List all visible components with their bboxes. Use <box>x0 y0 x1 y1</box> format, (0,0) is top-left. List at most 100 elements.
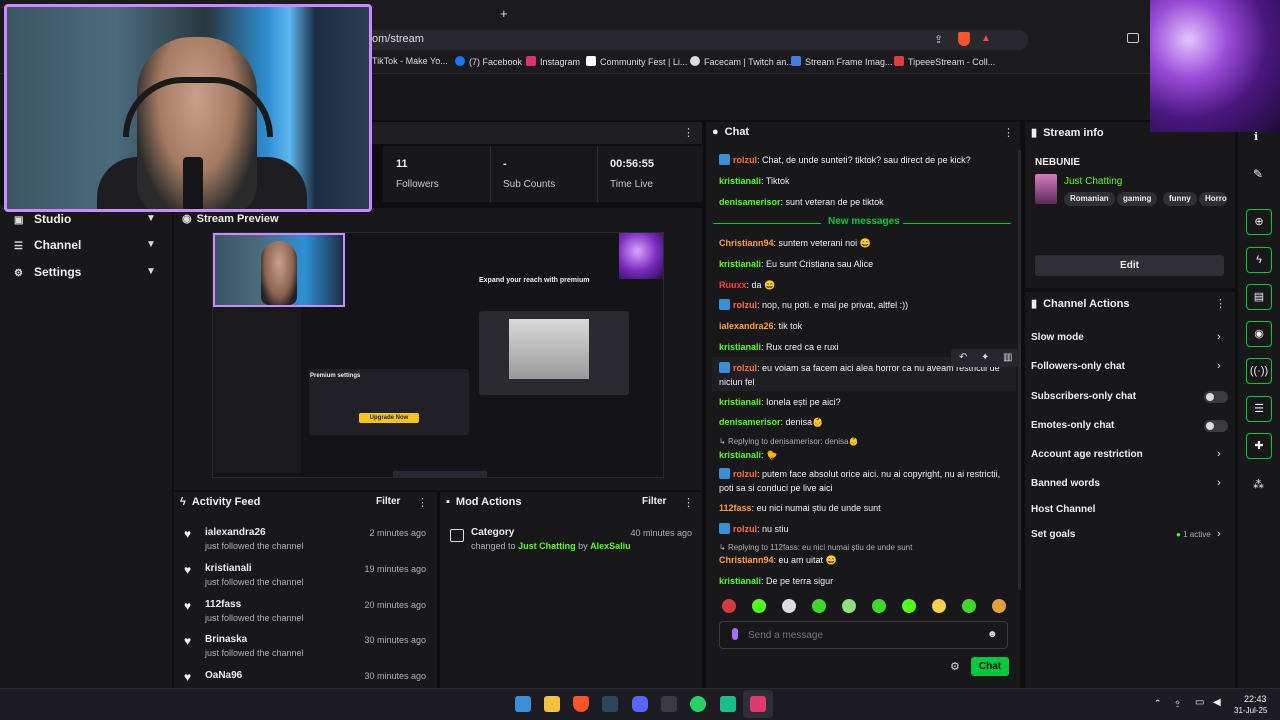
app-icon[interactable] <box>661 696 677 712</box>
emote-icon[interactable] <box>992 599 1006 613</box>
activity-user[interactable]: kristianali <box>205 563 252 574</box>
pencil-icon[interactable]: ✎ <box>1253 167 1263 181</box>
emote-icon[interactable] <box>842 599 856 613</box>
chat-username[interactable]: kristianali <box>719 342 761 352</box>
bookmark-community-fest[interactable]: Community Fest | Li... <box>586 56 687 67</box>
network-icon[interactable]: ▭ <box>1195 697 1204 708</box>
chevron-down-icon[interactable]: ▼ <box>146 213 156 224</box>
chevron-up-icon[interactable]: ⌃ <box>1154 698 1162 709</box>
kebab-icon[interactable]: ⋮ <box>683 126 694 139</box>
action-account-age[interactable]: Account age restriction <box>1031 449 1143 460</box>
broadcast-icon[interactable]: ((·)) <box>1246 358 1272 384</box>
chat-send-button[interactable]: Chat <box>971 657 1009 676</box>
brave-rewards-icon[interactable]: ▲ <box>981 33 991 44</box>
emote-icon[interactable] <box>932 599 946 613</box>
chat-username[interactable]: Christiann94 <box>719 555 774 565</box>
stream-category[interactable]: Just Chatting <box>1064 176 1122 187</box>
wrench-icon[interactable]: ✚ <box>1246 433 1272 459</box>
pin-icon[interactable]: ✦ <box>981 352 989 363</box>
category-link[interactable]: Just Chatting <box>518 541 576 551</box>
chevron-right-icon[interactable]: › <box>1217 360 1221 372</box>
bookmark-tiktok[interactable]: TikTok - Make Yo... <box>372 56 448 66</box>
chat-username[interactable]: Christiann94 <box>719 238 774 248</box>
whatsapp-icon[interactable] <box>690 696 706 712</box>
emotes-only-toggle[interactable] <box>1204 420 1228 432</box>
delete-icon[interactable]: ▥ <box>1003 352 1012 363</box>
bookmark-stream-frame[interactable]: Stream Frame Imag... <box>791 56 893 67</box>
file-explorer-icon[interactable] <box>544 696 560 712</box>
chat-username[interactable]: kristianali <box>719 176 761 186</box>
apps-icon[interactable]: ⁂ <box>1253 478 1264 491</box>
layers-icon[interactable]: ☰ <box>1246 396 1272 422</box>
stream-tag[interactable]: Horro <box>1199 192 1227 206</box>
chat-icon[interactable]: ◉ <box>1246 321 1272 347</box>
action-host-channel[interactable]: Host Channel <box>1031 504 1095 515</box>
bookmark-facecam[interactable]: Facecam | Twitch an... <box>690 56 794 67</box>
new-tab-button[interactable]: + <box>500 6 508 21</box>
chat-username[interactable]: kristianali <box>719 259 761 269</box>
activity-user[interactable]: OaNa96 <box>205 670 242 681</box>
chat-username[interactable]: 112fass <box>719 503 752 513</box>
chat-username[interactable]: kristianali <box>719 450 761 460</box>
kebab-icon[interactable]: ⋮ <box>1215 297 1226 310</box>
chat-username[interactable]: ialexandra26 <box>719 321 774 331</box>
chat-username[interactable]: denisamerisor <box>719 197 781 207</box>
chat-scrollbar[interactable] <box>1018 150 1021 590</box>
sidebar-item-settings[interactable]: ⚙ Settings <box>14 265 81 279</box>
action-subscribers-only[interactable]: Subscribers-only chat <box>1031 391 1136 402</box>
sidebar-item-channel[interactable]: ☰ Channel <box>14 238 81 252</box>
kebab-icon[interactable]: ⋮ <box>1003 126 1014 139</box>
lightning-icon[interactable]: ϟ <box>1246 247 1272 273</box>
start-icon[interactable] <box>515 696 531 712</box>
chevron-right-icon[interactable]: › <box>1217 477 1221 489</box>
chat-username[interactable]: rolzul <box>733 155 757 165</box>
chevron-down-icon[interactable]: ▼ <box>146 266 156 277</box>
chat-username[interactable]: rolzul <box>733 363 757 373</box>
emote-icon[interactable] <box>722 599 736 613</box>
action-slow-mode[interactable]: Slow mode <box>1031 332 1084 343</box>
bookmark-instagram[interactable]: Instagram <box>526 56 580 67</box>
activity-user[interactable]: 112fass <box>205 599 241 610</box>
emote-icon[interactable] <box>962 599 976 613</box>
clock-time[interactable]: 22:43 <box>1244 694 1267 704</box>
microphone-tray-icon[interactable]: ⍚ <box>1175 697 1181 708</box>
reply-icon[interactable]: ↶ <box>959 352 967 363</box>
clipboard-icon[interactable]: ▤ <box>1246 284 1272 310</box>
activity-filter-button[interactable]: Filter <box>376 496 400 507</box>
chat-username[interactable]: rolzul <box>733 524 757 534</box>
activity-user[interactable]: Brinaska <box>205 634 247 645</box>
chat-username[interactable]: denisamerisor <box>719 417 781 427</box>
emote-icon[interactable] <box>872 599 886 613</box>
emote-icon[interactable] <box>902 599 916 613</box>
chat-message-input[interactable] <box>748 626 968 644</box>
brave-shield-icon[interactable] <box>958 32 970 46</box>
subscribers-only-toggle[interactable] <box>1204 391 1228 403</box>
sidebar-item-studio[interactable]: ▣ Studio <box>14 212 71 226</box>
target-icon[interactable]: ⊕ <box>1246 209 1272 235</box>
stream-tag[interactable]: Romanian <box>1064 192 1115 206</box>
chat-settings-gear-icon[interactable]: ⚙ <box>950 660 960 673</box>
green-app-icon[interactable] <box>720 696 736 712</box>
emote-icon[interactable] <box>812 599 826 613</box>
discord-icon[interactable] <box>632 696 648 712</box>
activity-user[interactable]: ialexandra26 <box>205 527 266 538</box>
action-emotes-only[interactable]: Emotes-only chat <box>1031 420 1114 431</box>
bookmark-tipeeestream[interactable]: TipeeeStream - Coll... <box>894 56 995 67</box>
chevron-down-icon[interactable]: ▼ <box>146 239 156 250</box>
kebab-icon[interactable]: ⋮ <box>683 496 694 509</box>
emoji-picker-icon[interactable]: ☻ <box>987 629 998 640</box>
mod-filter-button[interactable]: Filter <box>642 496 666 507</box>
action-followers-only[interactable]: Followers-only chat <box>1031 361 1125 372</box>
stream-tag[interactable]: funny <box>1163 192 1197 206</box>
chat-username[interactable]: Ruuxx <box>719 280 747 290</box>
stream-preview-video[interactable]: Premium settings Upgrade Now Expand your… <box>212 232 664 478</box>
clock-date[interactable]: 31-Jul-25 <box>1234 706 1267 715</box>
emote-icon[interactable] <box>752 599 766 613</box>
action-set-goals[interactable]: Set goals <box>1031 529 1075 540</box>
volume-icon[interactable]: ◀ <box>1213 697 1221 708</box>
bookmark-facebook[interactable]: (7) Facebook <box>455 56 522 67</box>
chat-username[interactable]: rolzul <box>733 469 757 479</box>
emote-icon[interactable] <box>782 599 796 613</box>
edit-stream-button[interactable]: Edit <box>1035 255 1224 276</box>
chat-username[interactable]: kristianali <box>719 397 761 407</box>
